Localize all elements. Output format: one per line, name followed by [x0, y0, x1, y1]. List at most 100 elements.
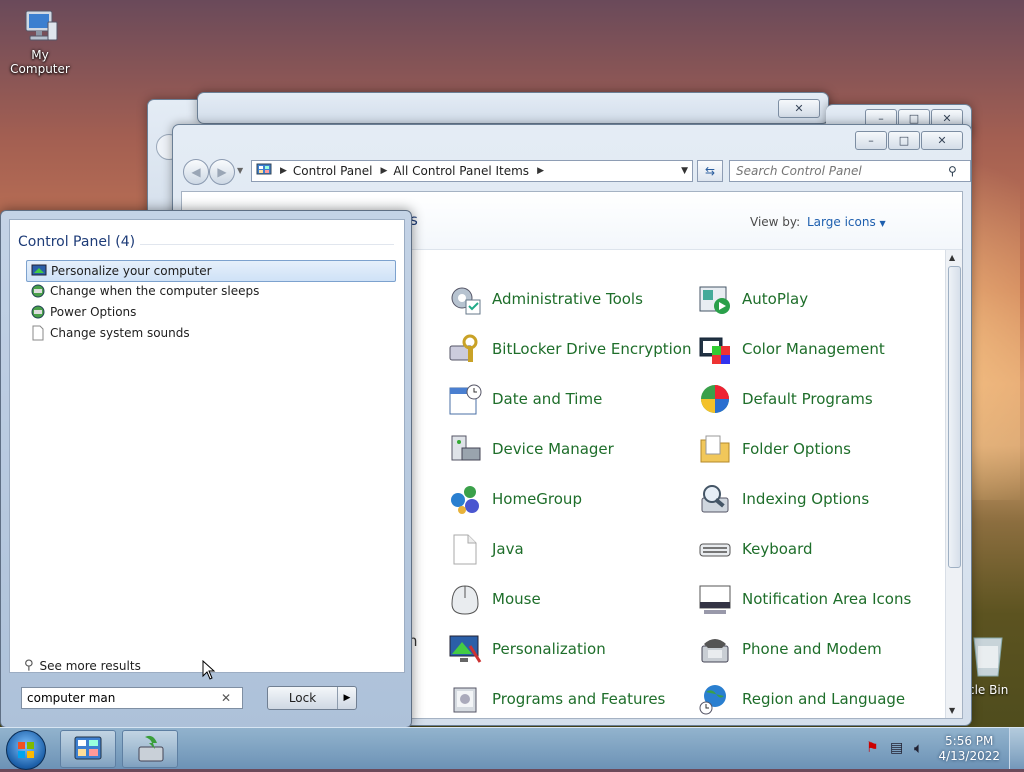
back-button[interactable]: ◀ — [183, 159, 209, 185]
desktop-icon-my-computer[interactable]: My Computer — [0, 8, 80, 76]
region-language-icon — [698, 682, 732, 716]
cp-item-label[interactable]: Region and Language — [742, 690, 905, 708]
default-programs-icon — [698, 382, 732, 416]
result-power-options[interactable]: Power Options — [26, 302, 394, 322]
cp-item-label[interactable]: Administrative Tools — [492, 290, 643, 308]
breadcrumb-separator-icon[interactable]: ▶ — [280, 166, 287, 176]
divider — [140, 244, 394, 245]
keyboard-icon — [698, 532, 732, 566]
scroll-down-arrow-icon[interactable]: ▼ — [949, 706, 955, 715]
breadcrumb-all-items[interactable]: All Control Panel Items — [393, 164, 529, 178]
clear-search-icon[interactable]: ✕ — [221, 691, 231, 705]
close-button[interactable]: ✕ — [921, 131, 963, 150]
show-desktop-button[interactable] — [1009, 728, 1024, 769]
breadcrumb-separator-icon[interactable]: ▶ — [381, 166, 388, 176]
cp-item-homegroup[interactable]: HomeGroup — [448, 479, 698, 519]
search-box[interactable]: ⚲ — [729, 160, 971, 182]
address-dropdown-icon[interactable]: ▼ — [681, 166, 688, 176]
cp-item-java[interactable]: Java — [448, 529, 698, 569]
cp-item-folder-options[interactable]: Folder Options — [698, 429, 948, 469]
action-center-flag-icon[interactable]: ⚑ — [866, 740, 879, 756]
results-group-heading[interactable]: Control Panel (4) — [18, 234, 135, 250]
cp-item-label[interactable]: BitLocker Drive Encryption — [492, 340, 691, 358]
see-more-results-link[interactable]: ⚲ See more results — [24, 658, 141, 673]
search-input[interactable] — [730, 163, 948, 179]
cp-item-indexing-options[interactable]: Indexing Options — [698, 479, 948, 519]
cp-item-label[interactable]: Date and Time — [492, 390, 602, 408]
scrollbar-thumb[interactable] — [948, 266, 961, 568]
cp-item-personalization[interactable]: Personalization — [448, 629, 698, 669]
start-search-box[interactable]: ✕ — [21, 687, 243, 709]
cp-item-label[interactable]: Programs and Features — [492, 690, 665, 708]
refresh-button[interactable]: ⇆ — [697, 160, 723, 182]
view-by-dropdown[interactable]: Large icons ▼ — [807, 215, 886, 229]
cp-item-label[interactable]: Device Manager — [492, 440, 614, 458]
cp-item-label[interactable]: Personalization — [492, 640, 606, 658]
cp-item-label[interactable]: HomeGroup — [492, 490, 582, 508]
cp-item-label[interactable]: Indexing Options — [742, 490, 869, 508]
color-management-icon — [698, 332, 732, 366]
cp-item-date-and-time[interactable]: Date and Time — [448, 379, 698, 419]
forward-button[interactable]: ▶ — [209, 159, 235, 185]
search-results-pane: Control Panel (4) Personalize your compu… — [9, 219, 405, 673]
cp-item-keyboard[interactable]: Keyboard — [698, 529, 948, 569]
indexing-options-icon — [698, 482, 732, 516]
mouse-icon — [448, 582, 482, 616]
cp-item-device-manager[interactable]: Device Manager — [448, 429, 698, 469]
recycle-bin-icon[interactable] — [968, 632, 1008, 678]
installer-icon — [138, 735, 164, 762]
folder-options-icon — [698, 432, 732, 466]
cp-item-mouse[interactable]: Mouse — [448, 579, 698, 619]
background-window-2[interactable]: ✕ — [197, 92, 829, 124]
address-bar[interactable]: ▶ Control Panel ▶ All Control Panel Item… — [251, 160, 693, 182]
cp-item-label[interactable]: Phone and Modem — [742, 640, 882, 658]
shutdown-options-arrow-icon[interactable]: ▶ — [337, 687, 356, 709]
cp-item-label[interactable]: Notification Area Icons — [742, 590, 911, 608]
cp-item-programs-and-features[interactable]: Programs and Features — [448, 679, 698, 719]
breadcrumb-control-panel[interactable]: Control Panel — [293, 164, 373, 178]
start-button[interactable] — [6, 730, 46, 770]
recent-pages-dropdown[interactable]: ▼ — [237, 166, 243, 175]
breadcrumb-separator-icon[interactable]: ▶ — [537, 166, 544, 176]
cp-item-region-and-language[interactable]: Region and Language — [698, 679, 948, 719]
cp-item-label[interactable]: Folder Options — [742, 440, 851, 458]
result-label: Personalize your computer — [51, 264, 212, 278]
document-icon — [30, 325, 46, 341]
navigation-toolbar: ◀ ▶ ▼ ▶ Control Panel ▶ All Control Pane… — [181, 157, 971, 185]
cp-item-label[interactable]: Java — [492, 540, 524, 558]
system-clock[interactable]: 5:56 PM 4/13/2022 — [938, 734, 1000, 764]
cp-item-label[interactable]: Keyboard — [742, 540, 813, 558]
lock-button[interactable]: Lock ▶ — [267, 686, 357, 710]
cp-item-color-management[interactable]: Color Management — [698, 329, 948, 369]
notification-area-icon — [698, 582, 732, 616]
mouse-cursor-icon — [202, 659, 216, 683]
cp-item-bitlocker-drive-encryption[interactable]: BitLocker Drive Encryption — [448, 329, 698, 369]
cp-item-label[interactable]: Default Programs — [742, 390, 873, 408]
maximize-button[interactable]: □ — [888, 131, 920, 150]
homegroup-icon — [448, 482, 482, 516]
cp-item-phone-and-modem[interactable]: Phone and Modem — [698, 629, 948, 669]
network-icon[interactable]: ▤ — [890, 740, 903, 756]
scroll-up-arrow-icon[interactable]: ▲ — [949, 253, 955, 262]
cp-item-label[interactable]: Color Management — [742, 340, 885, 358]
cp-item-default-programs[interactable]: Default Programs — [698, 379, 948, 419]
taskbar-program-button[interactable] — [122, 730, 178, 768]
cp-item-notification-area-icons[interactable]: Notification Area Icons — [698, 579, 948, 619]
taskbar: ⚑ ▤ 🔈︎ 5:56 PM 4/13/2022 — [0, 727, 1024, 770]
view-by-value[interactable]: Large icons — [807, 215, 876, 229]
cp-item-autoplay[interactable]: AutoPlay — [698, 279, 948, 319]
taskbar-control-panel-button[interactable] — [60, 730, 116, 768]
volume-icon[interactable]: 🔈︎ — [914, 739, 923, 757]
cp-item-administrative-tools[interactable]: Administrative Tools — [448, 279, 698, 319]
cp-item-label[interactable]: Mouse — [492, 590, 541, 608]
result-personalize[interactable]: Personalize your computer — [26, 260, 396, 282]
close-button[interactable]: ✕ — [778, 99, 820, 118]
start-search-input[interactable] — [22, 690, 221, 706]
cp-item-label[interactable]: AutoPlay — [742, 290, 808, 308]
search-icon[interactable]: ⚲ — [948, 164, 957, 178]
minimize-button[interactable]: – — [855, 131, 887, 150]
result-computer-sleeps[interactable]: Change when the computer sleeps — [26, 281, 394, 301]
control-panel-icon — [74, 736, 102, 760]
result-system-sounds[interactable]: Change system sounds — [26, 323, 394, 343]
device-manager-icon — [448, 432, 482, 466]
